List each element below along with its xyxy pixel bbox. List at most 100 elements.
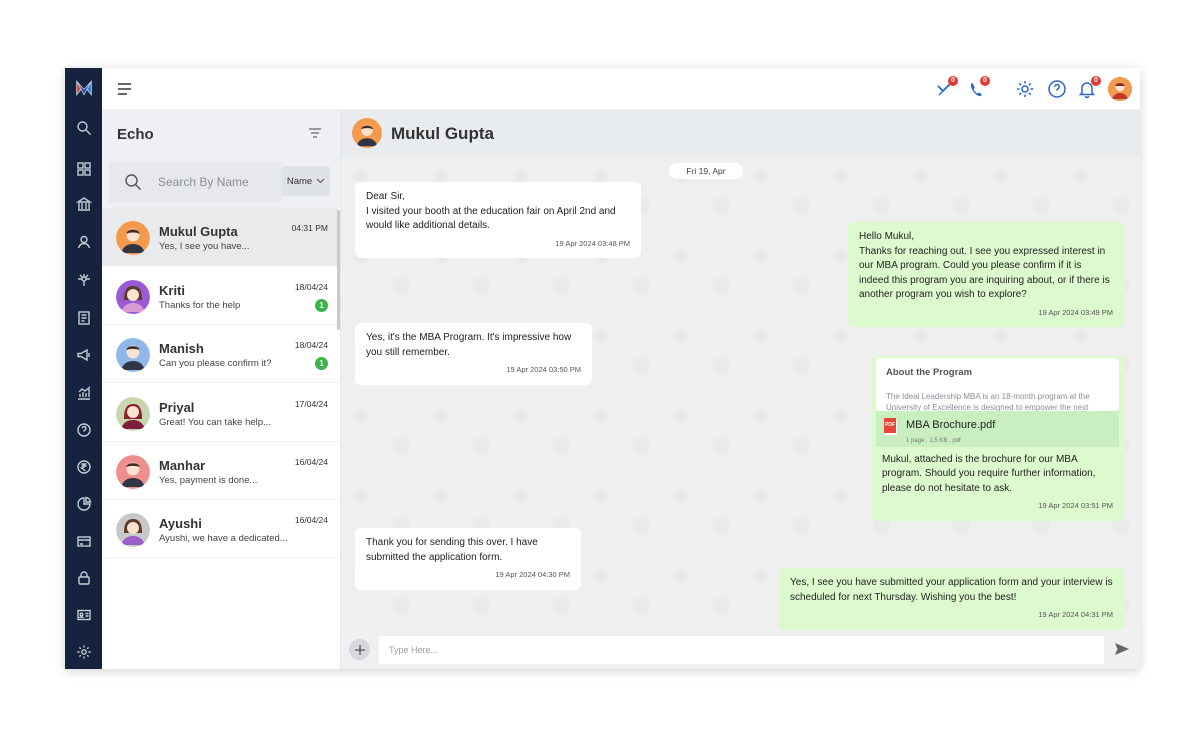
- missed-call-icon[interactable]: 0: [933, 76, 958, 100]
- chat-pane: Mukul Gupta Fri 19, Apr Dear Sir, I visi…: [341, 110, 1140, 669]
- contact-name: Manish: [159, 341, 204, 356]
- avatar: [116, 280, 150, 314]
- brand-logo[interactable]: [65, 68, 102, 108]
- document-icon[interactable]: [65, 304, 102, 332]
- conversation-item[interactable]: Priyal Great! You can take help... 17/04…: [102, 384, 338, 442]
- avatar: [116, 513, 150, 547]
- call-badge: 0: [980, 76, 990, 86]
- contact-name: Manhar: [159, 458, 206, 473]
- message-text: Thank you for sending this over. I have …: [366, 537, 538, 563]
- sort-label: Name: [286, 175, 313, 187]
- message-preview: Great! You can take help...: [159, 417, 271, 428]
- message-timestamp: 19 Apr 2024 04:30 PM: [495, 570, 570, 579]
- outgoing-message: Hello Mukul, Thanks for reaching out. I …: [848, 222, 1124, 327]
- conversation-item[interactable]: Mukul Gupta Yes, I see you have... 04:31…: [102, 208, 338, 266]
- top-bar: 0 0 0: [102, 68, 1140, 110]
- contact-avatar[interactable]: [352, 118, 382, 148]
- send-icon: [1115, 643, 1129, 655]
- message-timestamp: 19 Apr 2024 03:50 PM: [506, 365, 581, 374]
- profile-avatar[interactable]: [1108, 77, 1132, 101]
- network-icon[interactable]: [65, 266, 102, 294]
- incoming-message: Thank you for sending this over. I have …: [355, 528, 581, 590]
- help-icon[interactable]: [65, 416, 102, 444]
- pdf-attachment[interactable]: PDF MBA Brochure.pdf 1 page . 1.5 KB . p…: [876, 410, 1119, 447]
- outgoing-message: Yes, I see you have submitted your appli…: [779, 568, 1124, 630]
- message-preview: Can you please confirm it?: [159, 358, 272, 369]
- incoming-message: Yes, it's the MBA Program. It's impressi…: [355, 323, 592, 385]
- search-icon[interactable]: [65, 114, 102, 142]
- message-thread: Fri 19, Apr Dear Sir, I visited your boo…: [341, 156, 1140, 630]
- user-icon[interactable]: [65, 228, 102, 256]
- search-area: Search By Name Name: [102, 156, 340, 208]
- sort-dropdown[interactable]: Name: [282, 166, 330, 196]
- send-button[interactable]: [1113, 640, 1131, 658]
- list-header: Echo: [102, 110, 340, 156]
- chat-contact-name: Mukul Gupta: [391, 124, 494, 143]
- megaphone-icon[interactable]: [65, 341, 102, 369]
- search-icon: [124, 173, 142, 191]
- message-text: Yes, I see you have submitted your appli…: [790, 577, 1113, 603]
- pdf-file-tag: PDF: [884, 418, 896, 433]
- message-preview: Ayushi, we have a dedicated...: [159, 533, 288, 544]
- incoming-message: Dear Sir, I visited your booth at the ed…: [355, 182, 641, 258]
- message-time: 18/04/24: [294, 340, 328, 350]
- conversation-item[interactable]: Ayushi Ayushi, we have a dedicated... 16…: [102, 500, 338, 558]
- attachment-title: About the Program: [886, 367, 973, 378]
- missed-call-badge: 0: [948, 76, 958, 86]
- message-preview: Yes, payment is done...: [159, 475, 258, 486]
- left-nav-rail: [65, 68, 102, 669]
- filter-icon[interactable]: [308, 126, 322, 140]
- contact-name: Ayushi: [159, 516, 202, 531]
- conversation-item[interactable]: Manish Can you please confirm it? 18/04/…: [102, 325, 338, 383]
- message-time: 18/04/24: [294, 282, 328, 292]
- attachment-preview-card[interactable]: About the Program The Ideal Leadership M…: [876, 358, 1119, 411]
- message-text: Dear Sir, I visited your booth at the ed…: [366, 191, 616, 231]
- card-icon[interactable]: [65, 527, 102, 555]
- app-window: 0 0 0 Echo Search By Name Name Mukul Gup…: [65, 68, 1140, 669]
- bell-icon[interactable]: 0: [1076, 76, 1101, 100]
- rupee-icon[interactable]: [65, 453, 102, 481]
- gear-icon[interactable]: [1014, 78, 1036, 100]
- search-box[interactable]: Search By Name: [109, 162, 282, 202]
- avatar: [116, 338, 150, 372]
- message-text: Mukul, attached is the brochure for our …: [882, 453, 1096, 494]
- analytics-icon[interactable]: [65, 379, 102, 407]
- settings-icon[interactable]: [65, 638, 102, 666]
- conversation-item[interactable]: Kriti Thanks for the help 18/04/24 1: [102, 267, 338, 325]
- message-time: 16/04/24: [294, 457, 328, 467]
- message-preview: Yes, I see you have...: [159, 241, 250, 252]
- message-input[interactable]: [379, 636, 1104, 664]
- bank-icon[interactable]: [65, 190, 102, 218]
- message-composer: [341, 630, 1140, 669]
- conversation-item[interactable]: Manhar Yes, payment is done... 16/04/24: [102, 442, 338, 500]
- message-timestamp: 19 Apr 2024 03:49 PM: [1038, 307, 1113, 317]
- dashboard-icon[interactable]: [65, 155, 102, 183]
- attachment-file-name: MBA Brochure.pdf: [906, 418, 996, 431]
- pie-chart-icon[interactable]: [65, 490, 102, 518]
- help-circle-icon[interactable]: [1046, 78, 1068, 100]
- attachment-file-meta: 1 page . 1.5 KB . pdf: [906, 437, 961, 444]
- add-attachment-button[interactable]: [349, 639, 370, 660]
- chevron-down-icon: [316, 178, 325, 184]
- outgoing-attachment-message: About the Program The Ideal Leadership M…: [871, 356, 1124, 521]
- contact-name: Kriti: [159, 283, 185, 298]
- list-scrollbar[interactable]: [337, 210, 340, 330]
- phone-icon[interactable]: 0: [965, 76, 990, 100]
- message-text: Hello Mukul, Thanks for reaching out. I …: [859, 231, 1110, 300]
- plus-icon: [354, 644, 365, 655]
- chat-header: Mukul Gupta: [341, 110, 1140, 156]
- contact-name: Mukul Gupta: [159, 224, 238, 239]
- list-title: Echo: [117, 126, 154, 143]
- contact-name: Priyal: [159, 400, 195, 415]
- message-timestamp: 19 Apr 2024 03:48 PM: [555, 238, 630, 248]
- hamburger-menu-icon[interactable]: [116, 80, 134, 98]
- conversation-list-pane: Echo Search By Name Name Mukul Gupta Yes…: [102, 110, 341, 669]
- notification-badge: 0: [1091, 76, 1101, 86]
- lock-icon[interactable]: [65, 564, 102, 592]
- message-timestamp: 19 Apr 2024 03:51 PM: [1038, 501, 1113, 510]
- message-preview: Thanks for the help: [159, 300, 241, 311]
- unread-badge: 1: [315, 299, 328, 312]
- unread-badge: 1: [315, 357, 328, 370]
- date-divider: Fri 19, Apr: [669, 163, 743, 179]
- id-card-icon[interactable]: [65, 601, 102, 629]
